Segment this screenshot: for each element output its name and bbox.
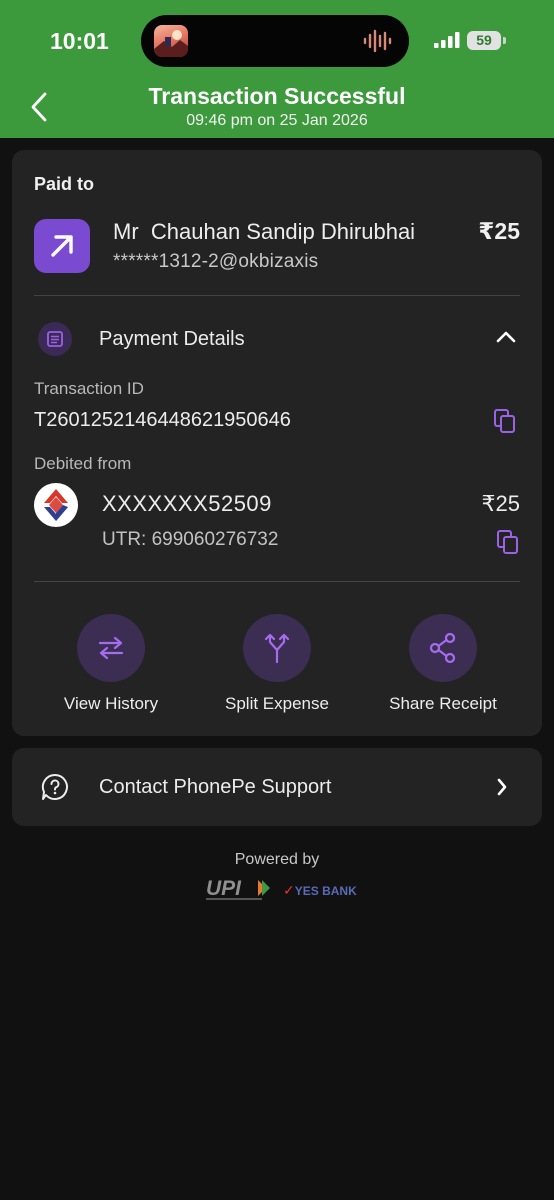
contact-support-label: Contact PhonePe Support <box>99 776 332 798</box>
copy-icon[interactable] <box>493 408 517 434</box>
debit-account-number: XXXXXXX52509 <box>102 491 272 516</box>
now-playing-artwork <box>154 25 188 57</box>
transaction-timestamp: 09:46 pm on 25 Jan 2026 <box>186 112 368 129</box>
divider <box>34 581 520 582</box>
receipt-list-icon <box>38 322 72 356</box>
view-history-button[interactable]: View History <box>31 614 191 714</box>
payee-name: Mr Chauhan Sandip Dhirubhai <box>113 219 416 244</box>
page-title: Transaction Successful <box>148 83 406 109</box>
header-bar: 10:01 59 Transaction Successful 09:46 pm… <box>0 0 554 138</box>
svg-text:UPI: UPI <box>206 877 242 900</box>
yes-bank-logo: ✓YES BANK <box>283 882 357 898</box>
split-expense-button[interactable]: Split Expense <box>197 614 357 714</box>
arrows-swap-icon <box>77 614 145 682</box>
paid-amount: ₹25 <box>478 218 520 244</box>
payee-upi-id: ******1312-2@okbizaxis <box>113 251 319 272</box>
transaction-id-value: T2601252146448621950646 <box>34 409 291 431</box>
transaction-id-label: Transaction ID <box>34 379 144 398</box>
powered-by-label: Powered by <box>234 851 320 868</box>
chevron-up-icon[interactable] <box>496 330 516 344</box>
paid-to-heading: Paid to <box>34 174 95 194</box>
share-receipt-button[interactable]: Share Receipt <box>363 614 523 714</box>
copy-utr-icon[interactable] <box>496 529 520 555</box>
status-time: 10:01 <box>50 28 109 54</box>
cellular-signal-icon <box>434 32 460 48</box>
debited-from-label: Debited from <box>34 454 132 473</box>
payee-arrow-icon <box>34 219 90 273</box>
utr-number: UTR: 699060276732 <box>102 529 279 550</box>
dynamic-island[interactable] <box>141 15 409 67</box>
view-history-label: View History <box>63 694 159 713</box>
share-icon <box>409 614 477 682</box>
audio-waveform-icon <box>363 29 392 53</box>
contact-support-row[interactable]: Contact PhonePe Support <box>12 748 542 826</box>
battery-icon: 59 <box>467 31 501 50</box>
bank-logo-icon <box>34 483 78 527</box>
share-receipt-label: Share Receipt <box>389 694 497 713</box>
debited-amount: ₹25 <box>481 491 520 516</box>
split-expense-label: Split Expense <box>225 694 329 713</box>
divider <box>34 295 520 296</box>
battery-tip <box>503 37 506 44</box>
upi-logo: UPI <box>206 877 270 900</box>
payment-details-toggle[interactable]: Payment Details <box>99 328 245 351</box>
transaction-card: Paid to Mr Chauhan Sandip Dhirubhai ****… <box>12 150 542 736</box>
split-icon <box>243 614 311 682</box>
help-question-icon <box>41 773 68 800</box>
chevron-right-icon <box>497 778 507 796</box>
